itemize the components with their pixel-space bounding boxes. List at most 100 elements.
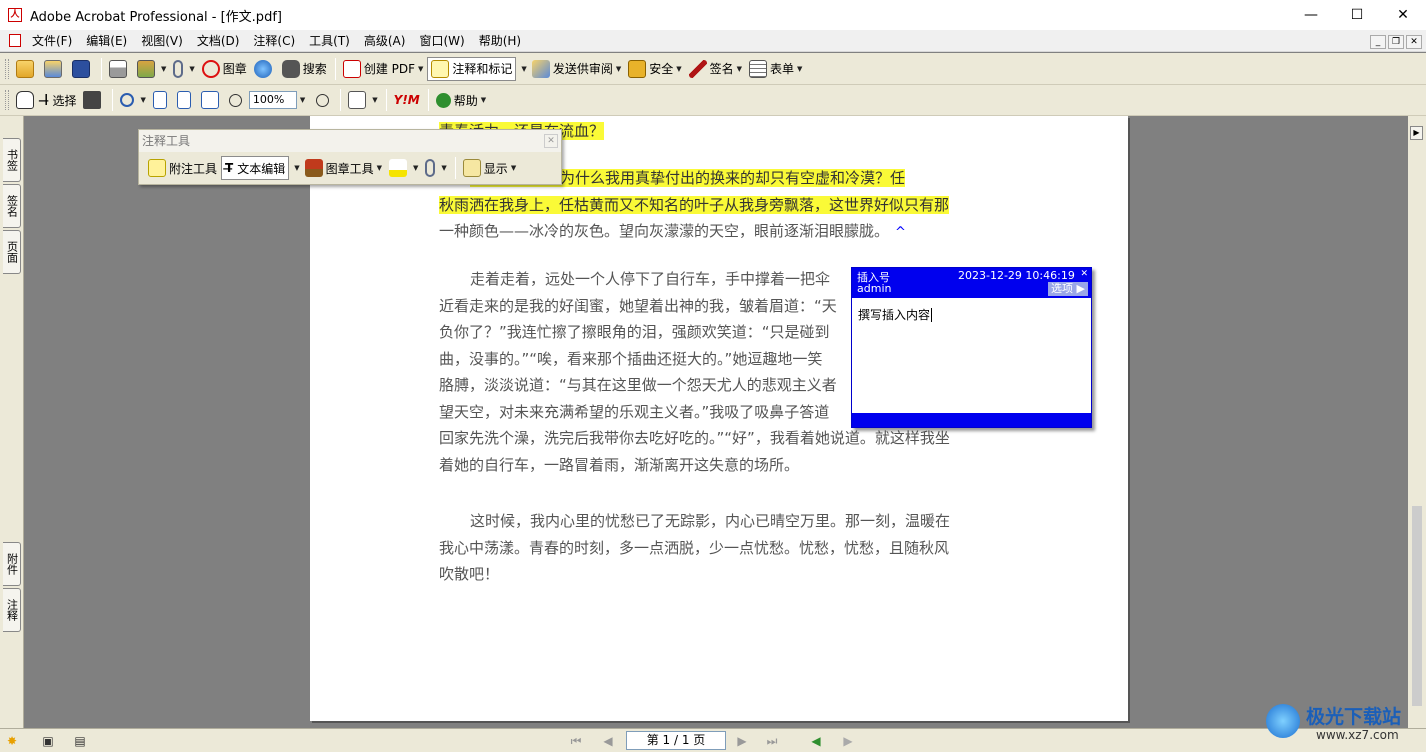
organizer-icon (44, 59, 62, 78)
create-pdf-button[interactable]: 创建 PDF ▼ (340, 57, 427, 81)
maximize-button[interactable]: ☐ (1334, 0, 1380, 30)
comment-text-area[interactable]: 撰写插入内容 (852, 298, 1091, 413)
text-cursor-icon: I̶ (44, 91, 49, 109)
last-page-button[interactable]: ⏭ (764, 733, 780, 749)
text-edit-button[interactable]: T̶ 文本编辑 (221, 156, 290, 180)
comment-date: 2023-12-29 10:46:19 (958, 269, 1075, 282)
actual-size-button[interactable] (150, 88, 173, 112)
snapshot-button[interactable] (80, 88, 107, 112)
menu-comments[interactable]: 注释(C) (246, 30, 302, 52)
tab-pages[interactable]: 页面 (3, 230, 21, 274)
doc-minimize-button[interactable]: _ (1370, 35, 1386, 49)
highlight-tool-button[interactable]: ▼ (386, 156, 421, 180)
zoom-dropdown[interactable]: ▼ (300, 96, 305, 104)
zoom-in-tool-button[interactable]: ▼ (117, 88, 148, 112)
hand-tool-button[interactable] (13, 88, 40, 112)
comment-markup-dropdown[interactable]: ▼ (517, 57, 527, 81)
fit-page-button[interactable] (174, 88, 197, 112)
yahoo-button[interactable]: Y!M (391, 88, 423, 112)
first-page-button[interactable]: ⏮ (568, 733, 584, 749)
page-number-field[interactable]: 第 1 / 1 页 (626, 731, 726, 750)
expand-panel-button[interactable]: ▶ (1410, 126, 1423, 140)
attach-file-tool-button[interactable]: ▼ (422, 156, 449, 180)
next-page-button[interactable]: ▶ (734, 733, 750, 749)
tab-bookmarks[interactable]: 书签 (3, 138, 21, 182)
sun-icon[interactable]: ✸ (4, 733, 20, 749)
comment-popup[interactable]: 插入号 admin 2023-12-29 10:46:19 ✕ 选项 ▶ 撰写插… (851, 267, 1092, 428)
title-bar: 人 Adobe Acrobat Professional - [作文.pdf] … (0, 0, 1426, 30)
doc-restore-button[interactable]: ❐ (1388, 35, 1404, 49)
comment-toolbar: 注释工具 ✕ 附注工具 T̶ 文本编辑 ▼ 图章工具 ▼ ▼ ▼ 显示 ▼ (138, 129, 562, 185)
menu-view[interactable]: 视图(V) (134, 30, 190, 52)
select-tool-button[interactable]: I̶ 选择 (41, 88, 79, 112)
menu-file[interactable]: 文件(F) (25, 30, 79, 52)
forms-button[interactable]: 表单 ▼ (746, 57, 805, 81)
note-tool-button[interactable]: 附注工具 (145, 156, 220, 180)
open-button[interactable] (13, 57, 40, 81)
create-pdf-icon (342, 59, 361, 78)
menu-edit[interactable]: 编辑(E) (79, 30, 134, 52)
comment-options-button[interactable]: 选项 ▶ (1048, 282, 1088, 296)
go-forward-icon[interactable]: ▶ (840, 733, 856, 749)
attach-button[interactable]: ▼ (170, 57, 197, 81)
camera-icon (83, 91, 102, 109)
comment-author: admin (857, 282, 892, 295)
sign-button[interactable]: 签名 ▼ (686, 57, 745, 81)
fit-width-icon (200, 91, 219, 109)
minimize-button[interactable]: — (1288, 0, 1334, 30)
navigation-panel: 书签 签名 页面 附件 注释 (0, 116, 24, 728)
close-button[interactable]: ✕ (1380, 0, 1426, 30)
zoom-in-button[interactable] (313, 88, 335, 112)
organizer-button[interactable] (41, 57, 68, 81)
search-button[interactable]: 搜索 (279, 57, 330, 81)
hand-icon (16, 91, 34, 109)
tab-comments[interactable]: 注释 (3, 588, 21, 632)
help-button[interactable]: 帮助 ▼ (433, 88, 489, 112)
document-view[interactable]: 青春活力，还是在流血？ 我睁开眼眸，为什么我用真挚付出的换来的却只有空虚和冷漠？… (24, 116, 1408, 728)
menu-tools[interactable]: 工具(T) (302, 30, 357, 52)
comment-toolbar-close-icon[interactable]: ✕ (544, 134, 558, 148)
rotate-view-button[interactable]: ▼ (345, 88, 380, 112)
save-button[interactable] (69, 57, 96, 81)
page-layout-icon[interactable]: ▤ (72, 733, 88, 749)
magnifier-icon (120, 93, 135, 107)
page-icon (152, 91, 167, 109)
full-screen-icon[interactable]: ▣ (40, 733, 56, 749)
stamp-button[interactable]: 图章 (199, 57, 250, 81)
go-back-icon[interactable]: ◀ (808, 733, 824, 749)
zoom-out-button[interactable] (226, 88, 248, 112)
security-button[interactable]: 安全 ▼ (625, 57, 684, 81)
paragraph-3: 这时候，我内心里的忧愁已了无踪影，内心已晴空万里。那一刻，温暖在 我心中荡漾。青… (439, 512, 951, 583)
print-button[interactable] (106, 57, 133, 81)
paperclip-icon (425, 159, 436, 177)
plus-circle-icon (316, 93, 330, 107)
menu-document[interactable]: 文档(D) (190, 30, 247, 52)
tab-signatures[interactable]: 签名 (3, 184, 21, 228)
comment-close-icon[interactable]: ✕ (1080, 269, 1088, 279)
insert-caret-icon[interactable]: ^ (895, 225, 906, 240)
show-comments-icon (462, 159, 481, 177)
clipboard-button[interactable]: ▼ (134, 57, 169, 81)
scrollbar[interactable] (1412, 506, 1422, 706)
comment-markup-button[interactable]: 注释和标记 (427, 56, 517, 81)
menu-help[interactable]: 帮助(H) (472, 30, 528, 52)
send-review-button[interactable]: 发送供审阅 ▼ (529, 57, 624, 81)
text-cursor (931, 308, 933, 322)
watermark-site-name: 极光下载站 (1306, 706, 1402, 728)
stamp-tool-button[interactable]: 图章工具 ▼ (302, 156, 385, 180)
form-icon (749, 59, 768, 78)
tab-attachments[interactable]: 附件 (3, 542, 21, 586)
text-edit-dropdown[interactable]: ▼ (290, 156, 300, 180)
fit-width-button[interactable] (198, 88, 225, 112)
doc-close-button[interactable]: ✕ (1406, 35, 1422, 49)
comment-popup-header[interactable]: 插入号 admin 2023-12-29 10:46:19 ✕ 选项 ▶ (852, 268, 1091, 298)
document-icon[interactable] (9, 34, 21, 47)
prev-page-button[interactable]: ◀ (600, 733, 616, 749)
show-button[interactable]: 显示 ▼ (460, 156, 519, 180)
menu-window[interactable]: 窗口(W) (412, 30, 471, 52)
web-button[interactable] (251, 57, 278, 81)
menu-advanced[interactable]: 高级(A) (357, 30, 413, 52)
globe-icon (253, 59, 272, 78)
status-bar: ✸ ▣ ▤ ⏮ ◀ 第 1 / 1 页 ▶ ⏭ ◀ ▶ (0, 728, 1426, 752)
zoom-input[interactable]: 100% (248, 91, 297, 109)
